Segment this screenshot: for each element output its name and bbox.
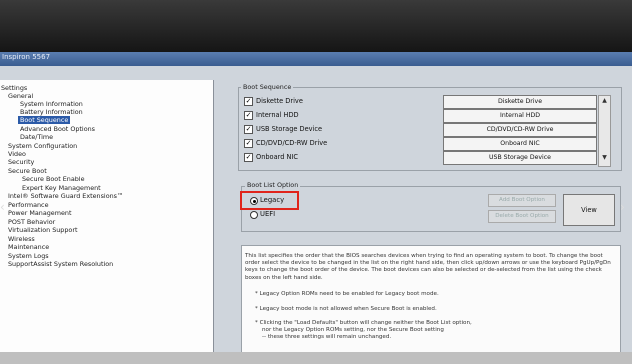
view-button[interactable]: View <box>563 194 615 226</box>
boot-order-item-3[interactable]: CD/DVD/CD-RW Drive <box>443 123 597 137</box>
checkbox-diskette-drive[interactable]: ✓ <box>244 97 253 106</box>
window-title: Inspiron 5567 <box>2 53 51 61</box>
screen-bottom-edge <box>0 352 632 364</box>
help-paragraph: This list specifies the order that the B… <box>245 253 611 281</box>
tree-item-system-configuration[interactable]: System Configuration <box>8 142 77 150</box>
tree-item-system-information[interactable]: System Information <box>20 100 83 108</box>
tree-item-virtualization-support[interactable]: Virtualization Support <box>8 226 77 234</box>
radio-legacy[interactable] <box>250 197 258 205</box>
delete-boot-option-button[interactable]: Delete Boot Option <box>488 210 556 223</box>
radio-uefi-label: UEFI <box>260 210 276 218</box>
boot-order-item-4[interactable]: Onboard NIC <box>443 137 597 151</box>
tree-item-post-behavior[interactable]: POST Behavior <box>8 218 55 226</box>
boot-order-item-2[interactable]: Internal HDD <box>443 109 597 123</box>
tree-item-wireless[interactable]: Wireless <box>8 235 35 243</box>
tree-item-date-time[interactable]: Date/Time <box>20 133 53 141</box>
tree-item-secure-boot-enable[interactable]: Secure Boot Enable <box>22 175 85 183</box>
checkbox-usb-storage-device[interactable]: ✓ <box>244 125 253 134</box>
tree-item-video[interactable]: Video <box>8 150 26 158</box>
help-note-secure-boot: * Legacy boot mode is not allowed when S… <box>255 306 437 312</box>
checkbox-internal-hdd[interactable]: ✓ <box>244 111 253 120</box>
boot-list-option-title: Boot List Option <box>245 181 301 189</box>
add-boot-option-button[interactable]: Add Boot Option <box>488 194 556 207</box>
boot-sequence-title: Boot Sequence <box>241 83 294 91</box>
tree-item-advanced-boot-options[interactable]: Advanced Boot Options <box>20 125 95 133</box>
tree-item-supportassist[interactable]: SupportAssist System Resolution <box>8 260 113 268</box>
nav-left-arrow-icon[interactable]: ‹ <box>0 200 5 214</box>
window-titlebar: Inspiron 5567 <box>0 52 632 66</box>
help-note-legacy-roms: * Legacy Option ROMs need to be enabled … <box>255 291 439 297</box>
nav-right-arrow-icon[interactable]: › <box>620 200 625 214</box>
tree-item-general[interactable]: General <box>8 92 33 100</box>
device-label-usb-storage-device: USB Storage Device <box>256 125 323 133</box>
scroll-up-arrow-icon[interactable]: ▲ <box>600 97 609 106</box>
tree-item-maintenance[interactable]: Maintenance <box>8 243 49 251</box>
scroll-down-arrow-icon[interactable]: ▼ <box>600 154 609 163</box>
tree-item-boot-sequence[interactable]: Boot Sequence <box>18 116 71 124</box>
tree-item-power-management[interactable]: Power Management <box>8 209 71 217</box>
radio-uefi[interactable] <box>250 211 258 219</box>
checkbox-onboard-nic[interactable]: ✓ <box>244 153 253 162</box>
tree-item-battery-information[interactable]: Battery Information <box>20 108 83 116</box>
boot-order-item-5[interactable]: USB Storage Device <box>443 151 597 165</box>
tree-item-secure-boot[interactable]: Secure Boot <box>8 167 47 175</box>
device-label-onboard-nic: Onboard NIC <box>256 153 298 161</box>
tree-item-settings[interactable]: Settings <box>1 84 27 92</box>
tree-item-security[interactable]: Security <box>8 158 34 166</box>
tree-item-performance[interactable]: Performance <box>8 201 49 209</box>
radio-legacy-label: Legacy <box>260 196 285 204</box>
boot-order-item-1[interactable]: Diskette Drive <box>443 95 597 109</box>
help-note-unchanged: -- these three settings will remain unch… <box>262 334 392 340</box>
tree-item-system-logs[interactable]: System Logs <box>8 252 49 260</box>
tree-item-expert-key-management[interactable]: Expert Key Management <box>22 184 101 192</box>
boot-order-scrollbar[interactable]: ▲ ▼ <box>598 95 611 167</box>
device-label-internal-hdd: Internal HDD <box>256 111 299 119</box>
monitor-bezel-top <box>0 0 632 52</box>
device-label-cd-dvd-drive: CD/DVD/CD-RW Drive <box>256 139 328 147</box>
device-label-diskette-drive: Diskette Drive <box>256 97 303 105</box>
checkbox-cd-dvd-drive[interactable]: ✓ <box>244 139 253 148</box>
tree-item-intel-sgx[interactable]: Intel® Software Guard Extensions™ <box>8 192 123 200</box>
